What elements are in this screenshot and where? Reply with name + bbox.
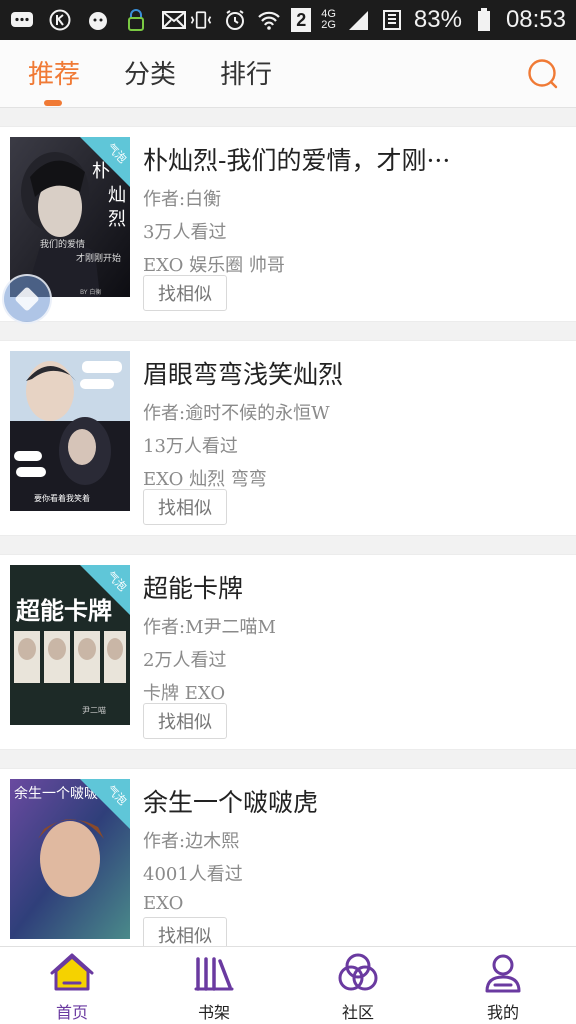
sim-indicator: 2: [291, 8, 312, 32]
cover-byline: BY 白衡: [80, 289, 102, 296]
book-tags: EXO: [143, 893, 184, 914]
k-app-icon: [48, 8, 72, 32]
book-cover[interactable]: 余生一个啵啵 气泡: [10, 779, 130, 939]
tab-recommend[interactable]: 推荐: [28, 54, 80, 91]
tab-categories[interactable]: 分类: [124, 54, 176, 91]
profile-icon: [485, 954, 521, 993]
cover-caption: 要你看着我笑着: [34, 494, 90, 503]
mail-icon: [162, 8, 186, 32]
book-views: 13万人看过: [143, 436, 238, 457]
status-bar: 2 4G 2G 83% 08:53: [0, 0, 576, 40]
book-title[interactable]: 超能卡牌: [143, 569, 243, 605]
book-title[interactable]: 朴灿烈-我们的爱情，才刚···: [143, 141, 450, 177]
bottom-nav: 首页 书架 社区 我的: [0, 946, 576, 1024]
nav-profile-label: 我的: [486, 1003, 519, 1022]
signal-icon: [346, 8, 370, 32]
alarm-icon: [223, 8, 247, 32]
bookshelf-icon: [194, 957, 234, 991]
nav-community[interactable]: 社区: [313, 951, 403, 1023]
cover-byline: 尹二喵: [82, 706, 106, 715]
home-icon: [50, 953, 94, 991]
community-icon: [338, 953, 378, 991]
cover-subtitle: 我们的爱情: [40, 240, 86, 250]
floating-assist-button[interactable]: [2, 274, 52, 324]
book-title[interactable]: 余生一个啵啵虎: [143, 783, 318, 819]
nav-bookshelf[interactable]: 书架: [169, 951, 259, 1023]
nav-bookshelf-label: 书架: [197, 1003, 230, 1022]
book-title[interactable]: 眉眼弯弯浅笑灿烈: [143, 355, 343, 391]
find-similar-button[interactable]: 找相似: [143, 489, 227, 525]
book-author: 作者:边木熙: [143, 831, 240, 852]
bubble-badge: 气泡: [80, 779, 130, 829]
cover-title-char: 烈: [108, 209, 126, 230]
book-cover[interactable]: 要你看着我笑着: [10, 351, 130, 511]
cover-subtitle: 才刚刚开始: [76, 254, 122, 264]
tab-ranking[interactable]: 排行: [220, 54, 272, 91]
wifi-icon: [257, 8, 281, 32]
book-author: 作者:逾时不候的永恒W: [143, 403, 330, 424]
battery-icon: [472, 8, 496, 32]
nav-profile[interactable]: 我的: [458, 951, 548, 1023]
battery-percent: 83%: [413, 6, 462, 33]
book-author: 作者:白衡: [143, 189, 222, 210]
book-tags: 卡牌 EXO: [143, 683, 226, 704]
nav-community-label: 社区: [341, 1003, 374, 1022]
data-saver-icon: [380, 8, 404, 32]
book-cover[interactable]: 超能卡牌 尹二喵 气泡: [10, 565, 130, 725]
bubble-badge: 气泡: [80, 565, 130, 615]
cat-app-icon: [86, 8, 110, 32]
lock-app-icon: [124, 8, 148, 32]
book-views: 4001人看过: [143, 864, 243, 885]
book-card[interactable]: 朴 灿 烈 我们的爱情 才刚刚开始 BY 白衡 气泡 朴灿烈-我们的爱情，才刚·…: [0, 126, 576, 322]
find-similar-button[interactable]: 找相似: [143, 275, 227, 311]
book-card[interactable]: 余生一个啵啵 气泡 余生一个啵啵虎 作者:边木熙 4001人看过 EXO 找相似: [0, 768, 576, 964]
search-icon: [528, 59, 558, 89]
clock: 08:53: [505, 6, 566, 33]
assist-icon: [15, 287, 39, 311]
book-views: 2万人看过: [143, 650, 227, 671]
book-tags: EXO 灿烈 弯弯: [143, 469, 267, 490]
nav-home[interactable]: 首页: [27, 951, 117, 1023]
nav-home-label: 首页: [55, 1003, 88, 1022]
active-tab-indicator: [44, 100, 62, 106]
message-bubble-icon: [10, 8, 34, 32]
find-similar-button[interactable]: 找相似: [143, 703, 227, 739]
book-views: 3万人看过: [143, 222, 227, 243]
book-tags: EXO 娱乐圈 帅哥: [143, 255, 285, 276]
vibrate-icon: [189, 8, 213, 32]
book-author: 作者:M尹二喵M: [143, 617, 276, 638]
top-tab-bar: 推荐 分类 排行: [0, 40, 576, 108]
book-cover[interactable]: 朴 灿 烈 我们的爱情 才刚刚开始 BY 白衡 气泡: [10, 137, 130, 297]
book-card[interactable]: 要你看着我笑着 眉眼弯弯浅笑灿烈 作者:逾时不候的永恒W 13万人看过 EXO …: [0, 340, 576, 536]
network-type-bottom: 2G: [321, 19, 336, 31]
book-card[interactable]: 超能卡牌 尹二喵 气泡 超能卡牌 作者:M尹二喵M 2万人看过 卡牌 EXO 找…: [0, 554, 576, 750]
search-button[interactable]: [526, 57, 560, 91]
network-type: 4G 2G: [321, 9, 336, 31]
bubble-badge: 气泡: [80, 137, 130, 187]
